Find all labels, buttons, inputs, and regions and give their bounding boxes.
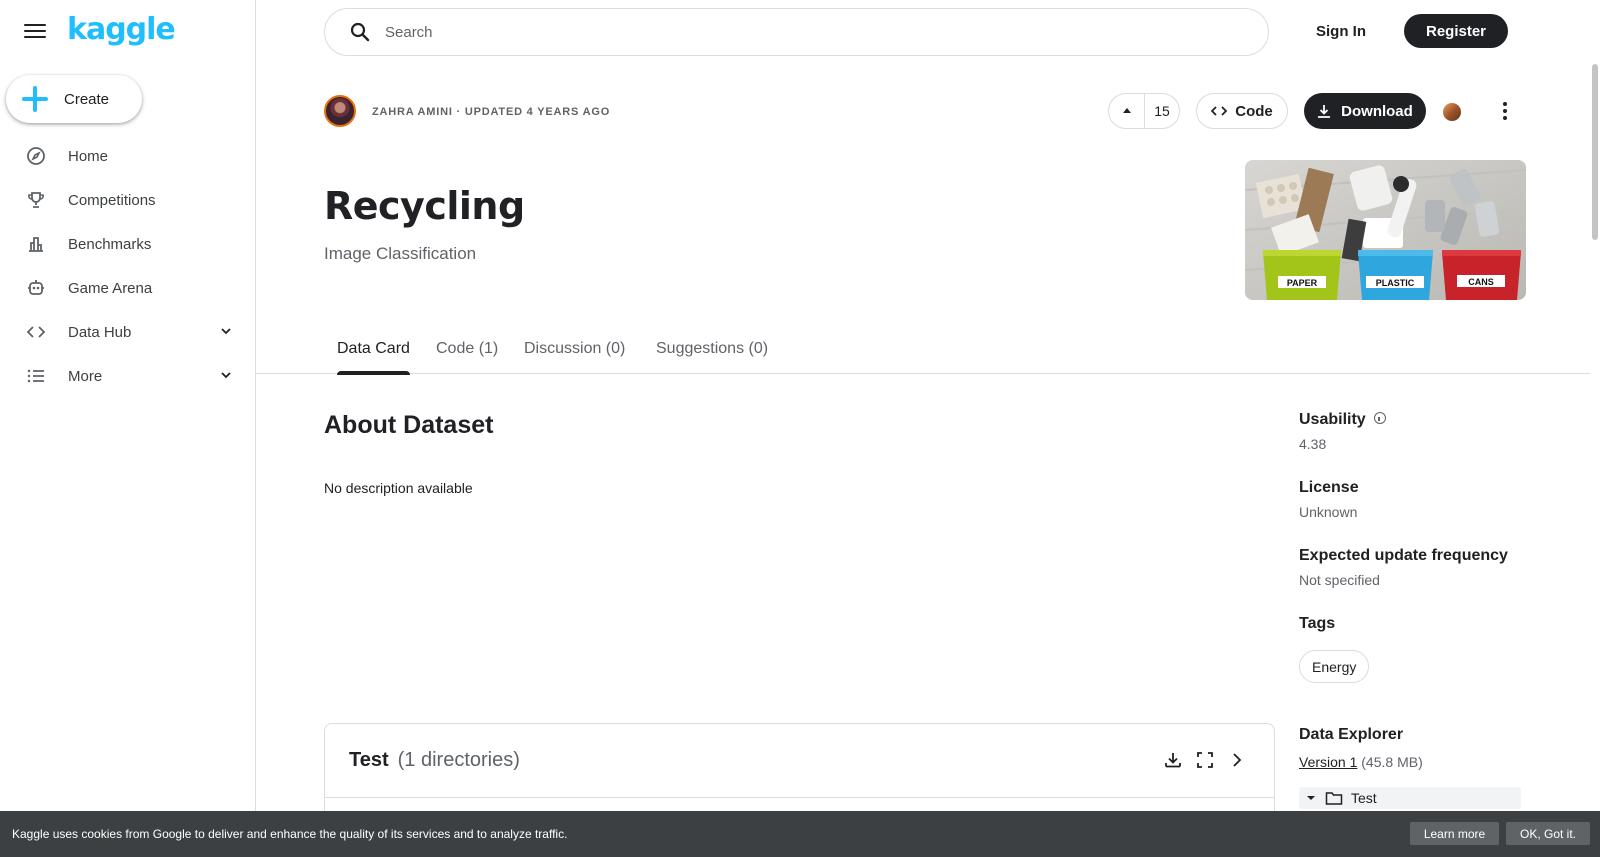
bronze-medal-icon[interactable] (1443, 103, 1461, 121)
dataset-banner-image: PAPER PLASTIC CANS (1245, 160, 1526, 300)
sidebar-item-label: Game Arena (68, 279, 153, 297)
search-icon (349, 21, 371, 43)
caret-down-icon[interactable] (1303, 790, 1319, 806)
sidebar-item-home[interactable]: Home (0, 134, 255, 178)
dataset-byline: ZAHRA AMINI · UPDATED 4 YEARS AGO (372, 106, 611, 118)
cookie-text: Kaggle uses cookies from Google to deliv… (12, 827, 568, 841)
tab-suggestions[interactable]: Suggestions (0) (656, 340, 768, 374)
chevron-down-icon[interactable] (219, 368, 233, 387)
license-value: Unknown (1299, 504, 1358, 520)
update-frequency-label: Expected update frequency (1299, 547, 1508, 564)
folder-icon (1325, 792, 1343, 805)
banner-label-cans: CANS (1468, 277, 1494, 287)
usability-label-text: Usability (1299, 411, 1366, 428)
sidebar-nav: Home Competitions Benchmarks Game Arena … (0, 134, 255, 398)
robot-icon (24, 276, 48, 300)
info-icon[interactable] (1373, 411, 1386, 424)
chevron-down-icon[interactable] (219, 324, 233, 343)
banner-label-paper: PAPER (1287, 278, 1318, 288)
about-dataset-heading: About Dataset (324, 411, 494, 439)
dataset-tabs: Data Card Code (1) Discussion (0) Sugges… (256, 330, 1590, 375)
search-bar[interactable] (324, 8, 1269, 56)
code-icon (24, 320, 48, 344)
sidebar-item-competitions[interactable]: Competitions (0, 178, 255, 222)
sidebar: kaggle Create Home Competitions Benchmar… (0, 0, 256, 857)
license-label: License (1299, 479, 1359, 496)
sidebar-item-label: Benchmarks (68, 235, 152, 253)
data-explorer-label: Data Explorer (1299, 726, 1404, 743)
file-card-title: Test (349, 749, 389, 771)
bar-chart-icon (24, 232, 48, 256)
create-button[interactable]: Create (6, 75, 142, 123)
banner-label-plastic: PLASTIC (1376, 278, 1415, 288)
tab-code[interactable]: Code (1) (436, 340, 498, 374)
download-icon (1318, 105, 1331, 118)
caret-up-icon (1122, 108, 1131, 113)
file-card-header: Test (1 directories) (325, 724, 1274, 798)
code-icon (1211, 106, 1228, 116)
register-button[interactable]: Register (1404, 14, 1508, 48)
compass-icon (24, 144, 48, 168)
sidebar-item-more[interactable]: More (0, 354, 255, 398)
file-card-actions (1162, 749, 1248, 771)
usability-value: 4.38 (1299, 436, 1327, 452)
create-label: Create (64, 90, 110, 108)
code-button[interactable]: Code (1196, 93, 1288, 129)
download-button[interactable]: Download (1304, 93, 1426, 129)
tag-chip-energy[interactable]: Energy (1299, 650, 1370, 683)
file-card-count: (1 directories) (397, 749, 520, 771)
sidebar-item-label: Data Hub (68, 323, 132, 341)
sidebar-item-label: Home (68, 147, 109, 165)
download-icon[interactable] (1162, 749, 1184, 771)
sidebar-item-game-arena[interactable]: Game Arena (0, 266, 255, 310)
usability-label: Usability (1299, 411, 1386, 429)
version-size: (45.8 MB) (1361, 754, 1423, 770)
page-subtitle: Image Classification (324, 244, 477, 263)
version-info: Version 1 (45.8 MB) (1299, 754, 1423, 770)
sign-in-button[interactable]: Sign In (1300, 14, 1382, 48)
accept-cookies-button[interactable]: OK, Got it. (1506, 822, 1590, 845)
tab-data-card[interactable]: Data Card (337, 340, 410, 375)
scrollbar-thumb[interactable] (1592, 64, 1598, 240)
upvote-button[interactable] (1109, 94, 1145, 128)
explorer-tree-item-test[interactable]: Test (1299, 787, 1521, 809)
version-link[interactable]: Version 1 (1299, 754, 1357, 770)
tags-label: Tags (1299, 615, 1336, 632)
vote-count: 15 (1154, 103, 1170, 119)
page-scrollbar[interactable] (1590, 0, 1600, 811)
code-button-label: Code (1235, 102, 1273, 120)
kaggle-logo[interactable]: kaggle (67, 12, 176, 47)
list-icon (24, 364, 48, 388)
more-options-icon[interactable] (1493, 99, 1517, 123)
cookie-banner: Kaggle uses cookies from Google to deliv… (0, 811, 1600, 857)
update-frequency-value: Not specified (1299, 572, 1380, 588)
trophy-icon (24, 188, 48, 212)
sidebar-item-benchmarks[interactable]: Benchmarks (0, 222, 255, 266)
explorer-tree-label: Test (1351, 790, 1377, 806)
avatar[interactable] (324, 95, 356, 127)
search-input[interactable] (385, 23, 1205, 41)
sidebar-item-label: Competitions (68, 191, 156, 209)
upvote-widget: 15 (1108, 93, 1180, 129)
about-dataset-description: No description available (324, 480, 473, 496)
learn-more-button[interactable]: Learn more (1410, 822, 1499, 845)
download-button-label: Download (1341, 102, 1413, 120)
menu-icon[interactable] (22, 20, 48, 44)
chevron-right-icon[interactable] (1226, 749, 1248, 771)
fullscreen-icon[interactable] (1194, 749, 1216, 771)
sidebar-item-label: More (68, 367, 103, 385)
page-title: Recycling (324, 184, 525, 228)
sidebar-item-data-hub[interactable]: Data Hub (0, 310, 255, 354)
plus-icon (22, 86, 48, 112)
tab-discussion[interactable]: Discussion (0) (524, 340, 625, 374)
